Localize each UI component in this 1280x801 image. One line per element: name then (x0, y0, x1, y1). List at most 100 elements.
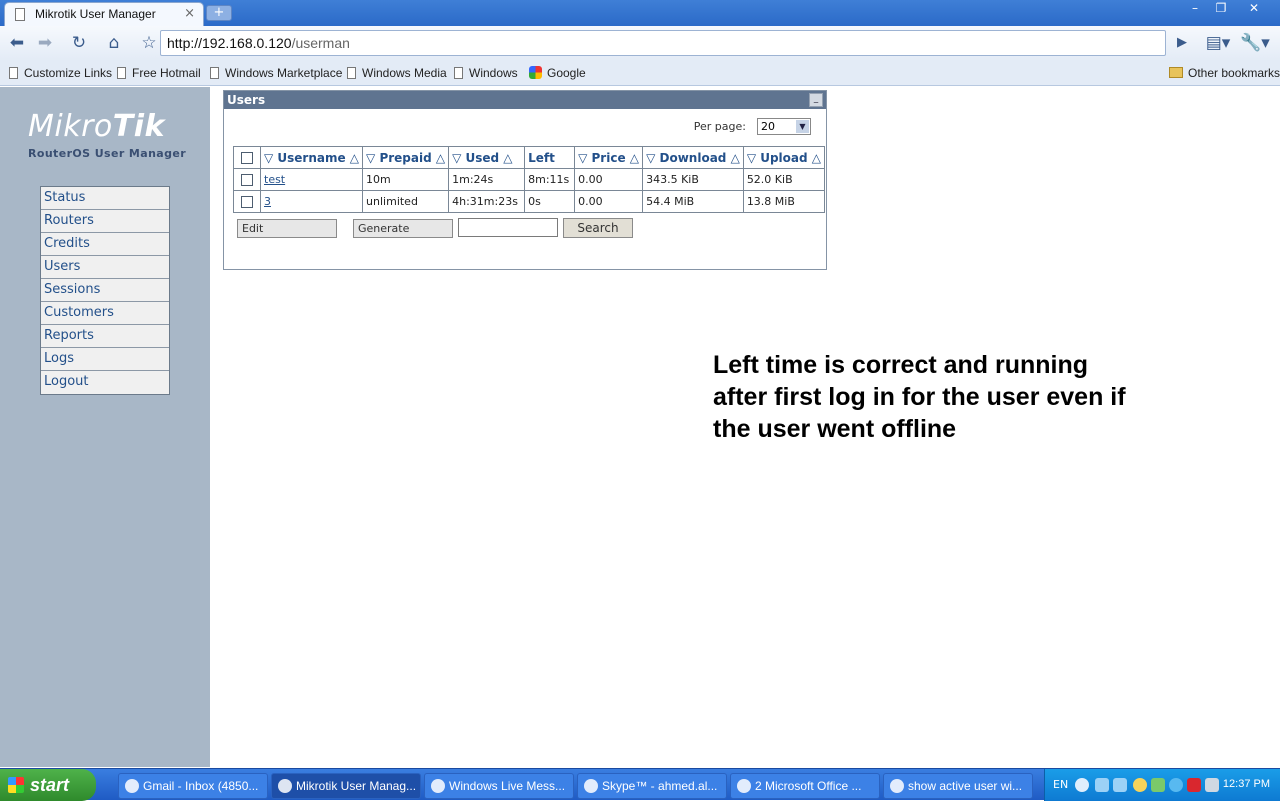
cell-upload: 13.8 MiB (742, 190, 826, 213)
other-bookmarks[interactable]: Other bookmarks (1169, 66, 1280, 80)
minimize-panel-icon[interactable]: _ (809, 93, 823, 107)
home-icon[interactable]: ⌂ (103, 34, 125, 54)
username-link[interactable]: 3 (264, 195, 271, 208)
generate-button[interactable]: Generate (353, 219, 453, 238)
network-icon[interactable] (1113, 778, 1127, 792)
restore-window-icon[interactable]: ❐ (1210, 1, 1232, 17)
mikrotik-logo: MikroTik (28, 109, 165, 144)
page-icon (454, 67, 463, 79)
bookmark-star-icon[interactable]: ☆ (138, 34, 160, 54)
browser-tab[interactable]: Mikrotik User Manager × (4, 2, 204, 26)
bookmark-windows[interactable]: Windows (454, 66, 518, 80)
row-select-cell (233, 168, 261, 191)
taskbar-item-skype[interactable]: Skype™ - ahmed.al... (577, 773, 727, 799)
sidebar-item-logout[interactable]: Logout (41, 371, 169, 394)
page-icon (9, 67, 18, 79)
tray-expand-icon[interactable] (1075, 778, 1089, 792)
bookmark-windows-marketplace[interactable]: Windows Marketplace (210, 66, 342, 80)
search-button[interactable]: Search (563, 218, 633, 238)
tab-title: Mikrotik User Manager (35, 7, 156, 21)
logo-subtitle: RouterOS User Manager (28, 147, 187, 160)
taskbar-item-show-active-user[interactable]: show active user wi... (883, 773, 1033, 799)
bookmark-customize-links[interactable]: Customize Links (9, 66, 112, 80)
sidebar-item-reports[interactable]: Reports (41, 325, 169, 348)
table-row: 3 unlimited 4h:31m:23s 0s 0.00 54.4 MiB … (233, 190, 826, 213)
forward-icon[interactable]: ➡ (34, 34, 56, 54)
network-icon[interactable] (1095, 778, 1109, 792)
select-all-cell (233, 146, 261, 169)
search-input[interactable] (458, 218, 558, 237)
column-used[interactable]: ▽ Used △ (448, 146, 526, 169)
per-page-select[interactable]: 20 ▼ (757, 118, 811, 135)
sidebar-item-logs[interactable]: Logs (41, 348, 169, 371)
sidebar: MikroTik RouterOS User Manager Status Ro… (0, 87, 210, 767)
row-checkbox[interactable] (241, 196, 253, 208)
task-label: Mikrotik User Manag... (296, 779, 417, 793)
per-page-value: 20 (761, 120, 775, 133)
bookmark-free-hotmail[interactable]: Free Hotmail (117, 66, 201, 80)
column-prepaid[interactable]: ▽ Prepaid △ (362, 146, 450, 169)
monitor-icon[interactable] (1205, 778, 1219, 792)
panel-title: Users (227, 93, 266, 107)
column-upload[interactable]: ▽ Upload △ (742, 146, 826, 169)
page-icon (15, 8, 25, 21)
browser-toolbar: ⬅ ➡ ↻ ⌂ ☆ http://192.168.0.120/userman ▶… (0, 26, 1280, 61)
username-link[interactable]: test (264, 173, 285, 186)
antivirus-icon[interactable] (1187, 778, 1201, 792)
sidebar-item-routers[interactable]: Routers (41, 210, 169, 233)
chevron-down-icon: ▼ (796, 120, 809, 133)
folder-icon (1169, 67, 1183, 78)
bookmark-windows-media[interactable]: Windows Media (347, 66, 447, 80)
windows-taskbar: start Gmail - Inbox (4850... Mikrotik Us… (0, 768, 1280, 801)
users-table: ▽ Username △ ▽ Prepaid △ ▽ Used △ Left ▽… (233, 146, 826, 213)
page-menu-icon[interactable]: ▤▾ (1203, 34, 1233, 54)
row-checkbox[interactable] (241, 174, 253, 186)
edit-button[interactable]: Edit (237, 219, 337, 238)
page-icon (117, 67, 126, 79)
address-bar[interactable]: http://192.168.0.120/userman (160, 30, 1166, 56)
page-icon (347, 67, 356, 79)
sidebar-item-customers[interactable]: Customers (41, 302, 169, 325)
cell-price: 0.00 (574, 190, 644, 213)
cell-username: 3 (259, 190, 364, 213)
tab-close-icon[interactable]: × (184, 6, 195, 21)
cell-download: 343.5 KiB (642, 168, 744, 191)
taskbar-item-gmail[interactable]: Gmail - Inbox (4850... (118, 773, 268, 799)
column-left: Left (524, 146, 576, 169)
sidebar-item-status[interactable]: Status (41, 187, 169, 210)
task-label: Gmail - Inbox (4850... (143, 779, 259, 793)
language-indicator[interactable]: EN (1053, 778, 1068, 791)
taskbar-item-office[interactable]: 2 Microsoft Office ... (730, 773, 880, 799)
column-price[interactable]: ▽ Price △ (574, 146, 644, 169)
people-icon[interactable] (1151, 778, 1165, 792)
messenger-tray-icon[interactable] (1133, 778, 1147, 792)
go-icon[interactable]: ▶ (1171, 34, 1193, 54)
column-username[interactable]: ▽ Username △ (259, 146, 364, 169)
start-button[interactable]: start (0, 769, 96, 801)
sidebar-item-sessions[interactable]: Sessions (41, 279, 169, 302)
back-icon[interactable]: ⬅ (6, 34, 28, 54)
new-tab-button[interactable]: + (206, 5, 232, 21)
sidebar-item-users[interactable]: Users (41, 256, 169, 279)
wrench-menu-icon[interactable]: 🔧▾ (1240, 34, 1270, 54)
sidebar-item-credits[interactable]: Credits (41, 233, 169, 256)
skype-tray-icon[interactable] (1169, 778, 1183, 792)
bookmark-google[interactable]: Google (529, 66, 586, 80)
chrome-icon (278, 779, 292, 793)
column-download[interactable]: ▽ Download △ (642, 146, 744, 169)
reload-icon[interactable]: ↻ (68, 34, 90, 54)
annotation-note: Left time is correct and running after f… (713, 351, 1126, 443)
bookmark-label: Customize Links (24, 66, 113, 80)
task-label: 2 Microsoft Office ... (755, 779, 862, 793)
close-window-icon[interactable]: ✕ (1243, 1, 1265, 17)
cell-left: 8m:11s (524, 168, 576, 191)
system-tray: EN 12:37 PM (1044, 769, 1280, 801)
logo-text-light: Mikro (28, 109, 113, 144)
minimize-window-icon[interactable]: – (1184, 1, 1206, 17)
taskbar-item-messenger[interactable]: Windows Live Mess... (424, 773, 574, 799)
skype-icon (584, 779, 598, 793)
cell-upload: 52.0 KiB (742, 168, 826, 191)
bookmark-label: Windows (469, 66, 518, 80)
taskbar-item-mikrotik[interactable]: Mikrotik User Manag... (271, 773, 421, 799)
select-all-checkbox[interactable] (241, 152, 253, 164)
